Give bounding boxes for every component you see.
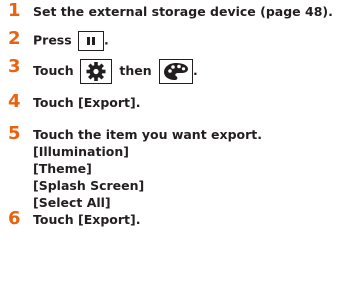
gear-icon [86,62,106,81]
step-5: 5 Touch the item you want export. [Illum… [6,123,356,211]
step-text: Touch [Export]. [33,212,141,227]
export-option-illumination: [Illumination] [33,144,129,159]
step-text: Touch [Export]. [33,95,141,110]
step-number: 2 [8,28,21,49]
instruction-steps: 1 Set the external storage device (page … [6,0,356,229]
step-end-period: . [193,63,198,78]
step-text: Press [33,32,72,48]
step-text: Set the external storage device (page 48… [33,4,333,19]
step-number: 6 [8,208,21,229]
theme-button-icon [159,59,194,84]
step-3: 3 Touch then . [6,56,356,84]
step-4: 4 Touch [Export]. [6,91,356,112]
step-connector: then [119,63,152,78]
step-2: 2 Press . [6,28,356,51]
step-number: 5 [8,123,21,144]
palette-icon [164,63,189,80]
export-option-select-all: [Select All] [33,195,111,210]
export-option-splash-screen: [Splash Screen] [33,178,145,193]
settings-button-icon [80,59,113,84]
step-number: 4 [8,91,21,112]
step-6: 6 Touch [Export]. [6,208,356,229]
step-number: 3 [8,56,21,77]
step-text: Touch the item you want export. [33,127,262,142]
pause-icon [87,37,96,45]
pause-button-icon [78,31,105,51]
step-text: Touch [33,63,74,78]
step-number: 1 [8,0,21,21]
export-option-theme: [Theme] [33,161,92,176]
step-1: 1 Set the external storage device (page … [6,0,356,21]
step-end-period: . [104,32,109,48]
